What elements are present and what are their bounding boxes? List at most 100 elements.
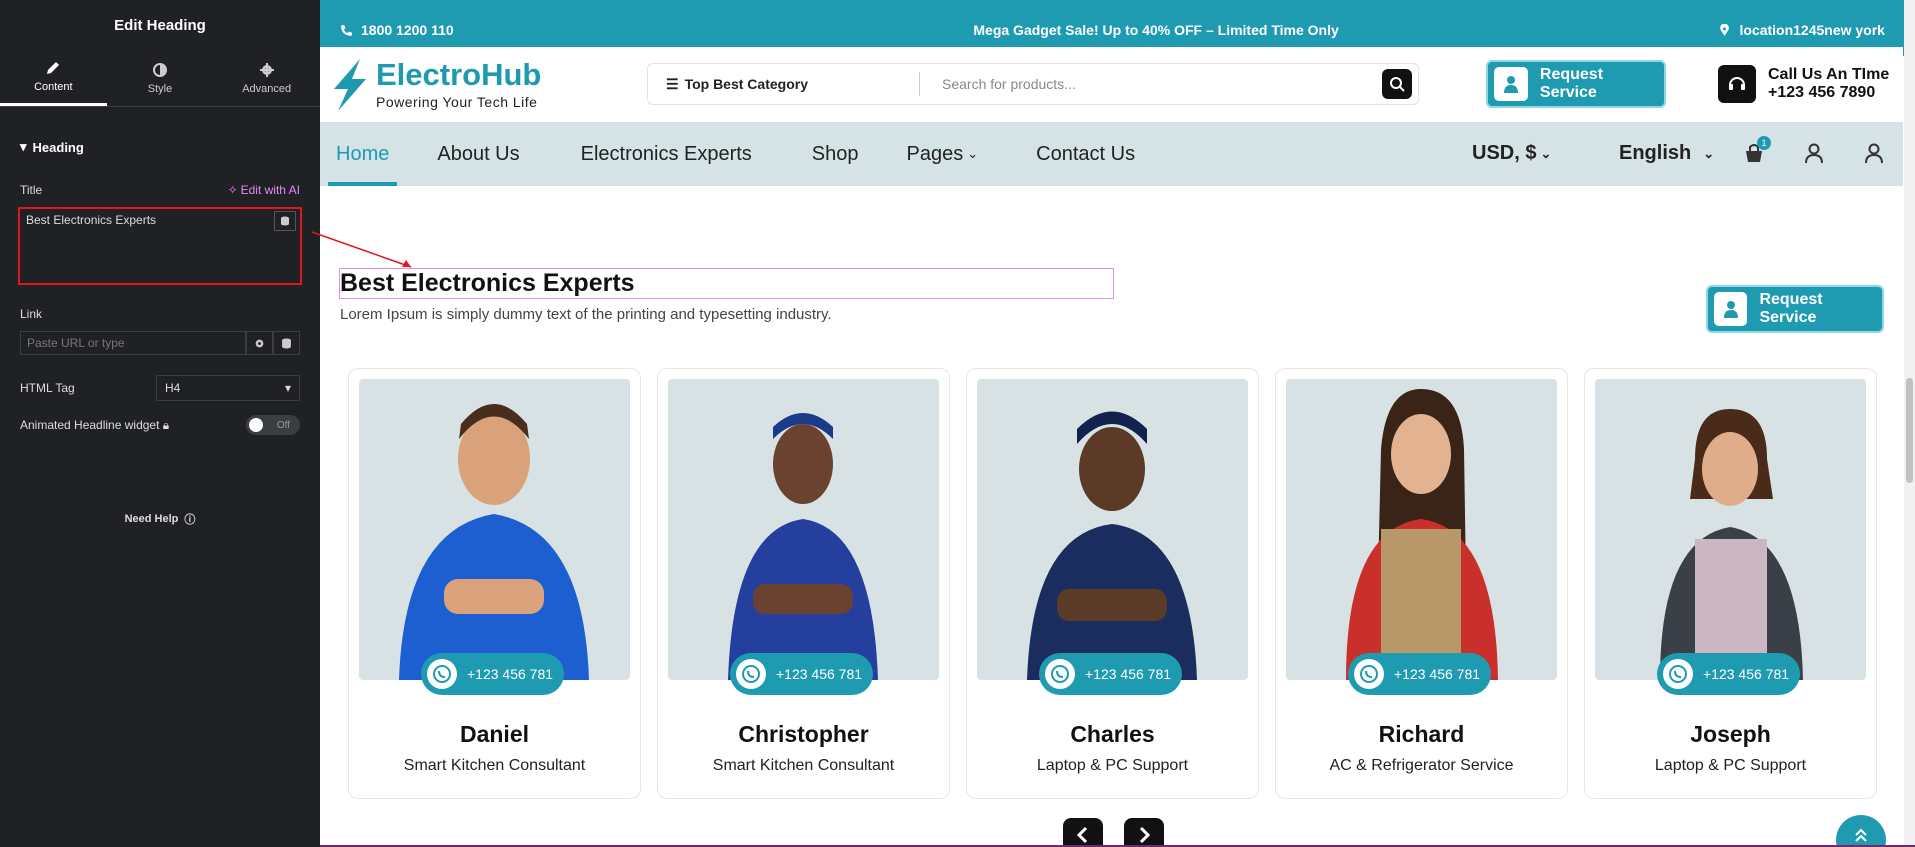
expert-phone: +123 456 781 xyxy=(776,666,863,682)
nav-pages[interactable]: Pages ⌄ xyxy=(907,122,979,186)
call-label: Call Us An TIme xyxy=(1768,66,1890,83)
topbar-promo: Mega Gadget Sale! Up to 40% OFF – Limite… xyxy=(973,22,1339,38)
whatsapp-contact[interactable]: +123 456 781 xyxy=(421,653,564,695)
tab-advanced[interactable]: Advanced xyxy=(213,50,320,106)
section-heading[interactable]: Best Electronics Experts xyxy=(339,268,1114,299)
chevron-down-icon: ⌄ xyxy=(1703,145,1715,161)
caret-down-icon: ▾ xyxy=(284,381,291,395)
tab-content-label: Content xyxy=(34,81,73,93)
profile-button[interactable] xyxy=(1863,142,1885,169)
site-preview: 1800 1200 110 Mega Gadget Sale! Up to 40… xyxy=(320,0,1915,847)
expert-name: Christopher xyxy=(738,721,869,747)
category-dropdown[interactable]: ☰ Top Best Category xyxy=(648,72,920,96)
request-service-button[interactable]: Request Service xyxy=(1486,60,1666,108)
scrollbar[interactable] xyxy=(1904,0,1915,847)
expert-phone: +123 456 781 xyxy=(467,666,554,682)
gear-icon xyxy=(255,339,264,347)
chevron-down-icon: ⌄ xyxy=(1540,145,1552,161)
help-icon: ⓘ xyxy=(184,514,196,526)
panel-title: Edit Heading xyxy=(114,16,206,34)
language-value: English xyxy=(1619,142,1692,164)
animated-headline-label: Animated Headline widget 🔒︎ xyxy=(20,418,169,433)
person-illustration xyxy=(1027,411,1197,680)
currency-select[interactable]: USD, $ ⌄ xyxy=(1472,142,1551,165)
title-label: Title xyxy=(20,183,43,197)
logo[interactable]: ElectroHub Powering Your Tech Life xyxy=(330,58,640,111)
scrollbar-thumb[interactable] xyxy=(1906,378,1913,483)
html-tag-label: HTML Tag xyxy=(20,381,75,395)
link-options-button[interactable] xyxy=(246,331,273,355)
expert-name: Charles xyxy=(1070,721,1155,747)
dynamic-tags-button[interactable] xyxy=(274,211,296,231)
toggle-knob xyxy=(249,418,263,432)
lightning-logo-icon xyxy=(334,58,366,111)
chevron-down-icon: ⌄ xyxy=(967,146,979,161)
database-icon xyxy=(282,338,291,348)
tab-advanced-label: Advanced xyxy=(242,82,292,95)
nav-experts[interactable]: Electronics Experts xyxy=(581,122,752,186)
expert-photo xyxy=(1595,379,1866,680)
site-header: ElectroHub Powering Your Tech Life ☰ Top … xyxy=(320,47,1903,122)
menu-icon: ☰ xyxy=(666,75,679,92)
expert-photo xyxy=(359,379,630,680)
user-icon xyxy=(1865,143,1883,164)
expert-card[interactable]: +123 456 781 Joseph Laptop & PC Support xyxy=(1584,368,1877,799)
animated-headline-text: Animated Headline widget xyxy=(20,417,160,432)
whatsapp-contact[interactable]: +123 456 781 xyxy=(1657,653,1800,695)
cart-button[interactable]: 1 xyxy=(1743,136,1771,169)
edit-with-ai-link[interactable]: ✧ Edit with AI xyxy=(228,183,300,197)
person-illustration xyxy=(399,404,589,680)
nav-contact[interactable]: Contact Us xyxy=(1036,122,1135,186)
whatsapp-contact[interactable]: +123 456 781 xyxy=(1039,653,1182,695)
search-icon xyxy=(1390,77,1405,92)
expert-name: Daniel xyxy=(459,721,530,747)
chevron-left-icon xyxy=(1076,826,1088,844)
logo-tagline: Powering Your Tech Life xyxy=(376,94,538,110)
prev-button[interactable] xyxy=(1063,818,1103,847)
expert-card[interactable]: +123 456 781 Richard AC & Refrigerator S… xyxy=(1275,368,1568,799)
nav-shop[interactable]: Shop xyxy=(812,122,859,186)
toggle-label: Off xyxy=(276,419,290,431)
search-input[interactable]: Search for products... xyxy=(920,76,1382,92)
tab-style[interactable]: Style xyxy=(107,50,214,106)
account-button[interactable] xyxy=(1803,142,1825,169)
currency-value: USD, $ xyxy=(1472,142,1537,164)
link-dynamic-button[interactable] xyxy=(273,331,300,355)
expert-card[interactable]: +123 456 781 Christopher Smart Kitchen C… xyxy=(657,368,950,799)
nav-about[interactable]: About Us xyxy=(437,122,519,186)
section-heading-toggle[interactable]: ▾ Heading xyxy=(20,139,300,155)
editor-panel: Edit Heading Content Style Advanced ▾ He… xyxy=(0,0,320,847)
whatsapp-contact[interactable]: +123 456 781 xyxy=(730,653,873,695)
nav-home[interactable]: Home xyxy=(328,122,398,186)
expert-photo xyxy=(1286,379,1557,680)
expert-card[interactable]: +123 456 781 Daniel Smart Kitchen Consul… xyxy=(348,368,641,799)
call-number: +123 456 7890 xyxy=(1768,84,1876,101)
language-select[interactable]: English ⌄ xyxy=(1619,142,1714,165)
need-help-label: Need Help xyxy=(124,513,179,525)
tab-content[interactable]: Content xyxy=(0,50,107,106)
animated-headline-toggle[interactable]: Off xyxy=(246,415,300,435)
nav-pages-label: Pages xyxy=(906,142,964,165)
edit-with-ai-label: Edit with AI xyxy=(240,183,300,197)
sparkle-icon: ✧ xyxy=(227,183,238,197)
scroll-to-top-button[interactable] xyxy=(1836,815,1886,847)
expert-photo xyxy=(668,379,939,680)
location-pin-icon xyxy=(1720,23,1730,36)
need-help-link[interactable]: Need Help ⓘ xyxy=(20,511,300,527)
expert-card[interactable]: +123 456 781 Charles Laptop & PC Support xyxy=(966,368,1259,799)
request-service-button-2[interactable]: Request Service xyxy=(1706,285,1884,333)
whatsapp-icon xyxy=(433,665,451,683)
person-illustration xyxy=(1660,409,1803,680)
person-illustration xyxy=(1346,389,1498,680)
call-us[interactable]: Call Us An TIme +123 456 7890 xyxy=(1718,65,1889,103)
html-tag-select[interactable]: H4 ▾ xyxy=(156,375,300,401)
title-textarea[interactable]: Best Electronics Experts xyxy=(18,207,302,285)
whatsapp-icon xyxy=(1051,665,1069,683)
whatsapp-contact[interactable]: +123 456 781 xyxy=(1348,653,1491,695)
search-button[interactable] xyxy=(1382,69,1412,99)
request-service-label: Request Service xyxy=(1759,291,1823,326)
expert-phone: +123 456 781 xyxy=(1085,666,1172,682)
link-input[interactable]: Paste URL or type xyxy=(20,331,246,355)
next-button[interactable] xyxy=(1124,818,1164,847)
expert-role: Smart Kitchen Consultant xyxy=(403,757,586,774)
